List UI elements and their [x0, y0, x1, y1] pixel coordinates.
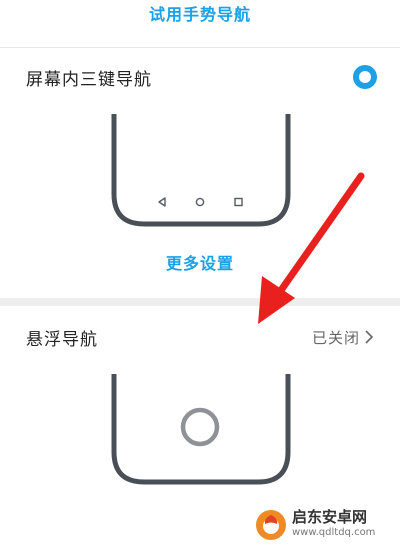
site-watermark: 启东安卓网 www.qdltdq.com	[254, 506, 394, 546]
red-arrow-icon	[258, 172, 365, 324]
watermark-url: www.qdltdq.com	[292, 527, 376, 538]
watermark-name: 启东安卓网	[292, 508, 368, 526]
watermark-logo-icon	[256, 510, 286, 540]
